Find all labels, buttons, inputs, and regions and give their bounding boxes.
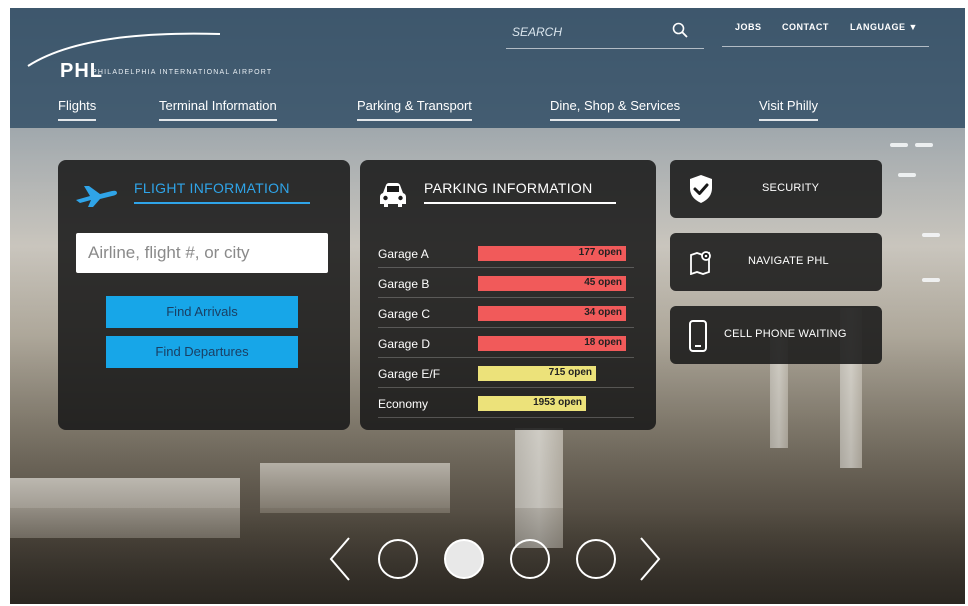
garage-label: Garage B	[378, 277, 430, 291]
garage-open-count: 34 open	[584, 307, 622, 318]
ceiling-light	[922, 278, 940, 282]
garage-availability-bar: 177 open	[478, 246, 626, 261]
garage-open-count: 18 open	[584, 337, 622, 348]
mobile-phone-icon	[689, 320, 707, 352]
security-button[interactable]: SECURITY	[670, 160, 882, 218]
navigate-phl-label: NAVIGATE PHL	[748, 255, 829, 267]
garage-open-count: 177 open	[578, 247, 622, 258]
chevron-right-icon[interactable]	[638, 536, 662, 582]
navigate-phl-button[interactable]: NAVIGATE PHL	[670, 233, 882, 291]
garage-label: Garage E/F	[378, 367, 441, 381]
garage-label: Economy	[378, 397, 429, 411]
garage-row[interactable]: Economy 1953 open	[378, 390, 634, 418]
ceiling-light	[890, 143, 908, 147]
search-input[interactable]	[510, 20, 664, 44]
garage-availability-bar: 45 open	[478, 276, 626, 291]
garage-label: Garage C	[378, 307, 431, 321]
garage-availability-bar: 34 open	[478, 306, 626, 321]
carousel-dot[interactable]	[510, 539, 550, 579]
garage-row[interactable]: Garage D 18 open	[378, 330, 634, 358]
utility-divider	[722, 46, 929, 47]
flight-information-title: FLIGHT INFORMATION	[134, 180, 310, 204]
background-counter	[260, 463, 450, 513]
ceiling-light	[898, 173, 916, 177]
find-arrivals-button[interactable]: Find Arrivals	[106, 296, 298, 328]
security-label: SECURITY	[762, 182, 820, 194]
garage-open-count: 715 open	[548, 367, 592, 378]
ceiling-light	[915, 143, 933, 147]
carousel-dot[interactable]	[576, 539, 616, 579]
parking-information-title: PARKING INFORMATION	[424, 180, 616, 204]
row-divider	[378, 267, 634, 268]
logo-subtitle: PHILADELPHIA INTERNATIONAL AIRPORT	[92, 69, 273, 76]
garage-open-count: 1953 open	[533, 397, 582, 408]
car-icon	[380, 183, 406, 207]
carousel-dot[interactable]	[444, 539, 484, 579]
hero-frame: PHL PHILADELPHIA INTERNATIONAL AIRPORT J…	[10, 8, 965, 604]
nav-visit-philly[interactable]: Visit Philly	[759, 98, 819, 121]
garage-label: Garage D	[378, 337, 431, 351]
garage-row[interactable]: Garage C 34 open	[378, 300, 634, 328]
row-divider	[378, 417, 634, 418]
row-divider	[378, 357, 634, 358]
garage-row[interactable]: Garage B 45 open	[378, 270, 634, 298]
contact-link[interactable]: CONTACT	[782, 22, 829, 32]
ceiling-light	[922, 233, 940, 237]
garage-availability-bar: 715 open	[478, 366, 596, 381]
chevron-left-icon[interactable]	[328, 536, 352, 582]
language-dropdown[interactable]: LANGUAGE ▼	[850, 22, 918, 32]
garage-row[interactable]: Garage A 177 open	[378, 240, 634, 268]
row-divider	[378, 327, 634, 328]
nav-dine-shop-services[interactable]: Dine, Shop & Services	[550, 98, 681, 121]
cell-phone-waiting-label: CELL PHONE WAITING	[724, 328, 847, 340]
row-divider	[378, 387, 634, 388]
jobs-link[interactable]: JOBS	[735, 22, 762, 32]
garage-row[interactable]: Garage E/F 715 open	[378, 360, 634, 388]
nav-parking-transport[interactable]: Parking & Transport	[357, 98, 472, 121]
garage-availability-bar: 18 open	[478, 336, 626, 351]
airplane-icon	[76, 186, 117, 207]
garage-availability-bar: 1953 open	[478, 396, 586, 411]
flight-information-panel: FLIGHT INFORMATION Find Arrivals Find De…	[58, 160, 350, 430]
garage-open-count: 45 open	[584, 277, 622, 288]
parking-information-panel: PARKING INFORMATION Garage A 177 open Ga…	[360, 160, 656, 430]
carousel-controls	[328, 536, 668, 584]
search-bar	[506, 14, 704, 49]
row-divider	[378, 297, 634, 298]
garage-label: Garage A	[378, 247, 429, 261]
carousel-dot[interactable]	[378, 539, 418, 579]
flight-search-input[interactable]	[76, 233, 328, 273]
site-header: PHL PHILADELPHIA INTERNATIONAL AIRPORT J…	[10, 8, 965, 128]
map-pin-icon	[690, 251, 711, 275]
search-icon[interactable]	[672, 22, 688, 38]
cell-phone-waiting-button[interactable]: CELL PHONE WAITING	[670, 306, 882, 364]
nav-flights[interactable]: Flights	[58, 98, 97, 121]
logo-arc-icon	[27, 32, 221, 67]
nav-terminal-information[interactable]: Terminal Information	[159, 98, 277, 121]
shield-check-icon	[690, 175, 712, 203]
find-departures-button[interactable]: Find Departures	[106, 336, 298, 368]
